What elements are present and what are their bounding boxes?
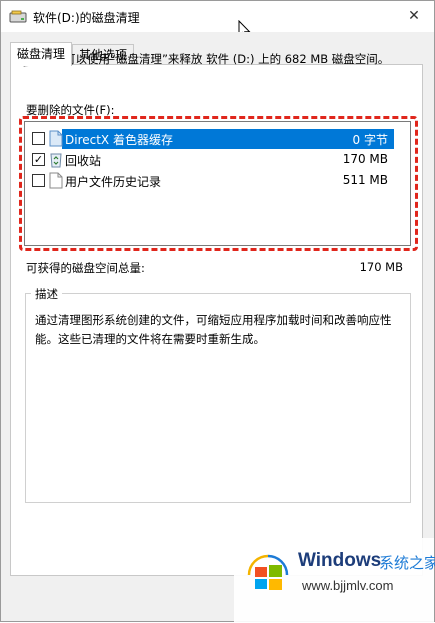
item-label: DirectX 着色器缓存	[65, 133, 173, 147]
tab-disk-cleanup[interactable]: 磁盘清理	[10, 42, 73, 66]
blank-file-icon	[49, 172, 63, 189]
site-watermark: Windows 系统之家 www.bjjmlv.com	[234, 538, 435, 623]
disk-cleanup-icon	[9, 10, 27, 23]
watermark-url: www.bjjmlv.com	[302, 578, 394, 593]
windows-logo-icon	[247, 554, 289, 590]
checkbox-recycle-bin[interactable]: ✓	[32, 153, 45, 166]
checkbox-file-history[interactable]	[32, 174, 45, 187]
total-space-label: 可获得的磁盘空间总量:	[26, 261, 145, 275]
item-label: 用户文件历史记录	[65, 175, 162, 189]
list-item-file-history[interactable]: 用户文件历史记录 511 MB	[25, 171, 410, 191]
document-icon	[49, 130, 63, 147]
recycle-bin-icon	[50, 153, 62, 168]
window-title: 软件(D:)的磁盘清理	[33, 11, 140, 25]
list-item-recycle-bin[interactable]: ✓ 回收站 170 MB	[25, 150, 410, 170]
files-to-delete-label: 要删除的文件(F):	[26, 103, 115, 117]
total-space-value: 170 MB	[359, 260, 403, 274]
description-title: 描述	[31, 286, 62, 302]
item-label: 回收站	[65, 154, 102, 168]
close-button[interactable]: ✕	[400, 3, 428, 29]
description-text: 通过清理图形系统创建的文件，可缩短应用程序加载时间和改善响应性能。这些已清理的文…	[35, 313, 392, 346]
list-item-directx-cache[interactable]: DirectX 着色器缓存 0 字节	[25, 129, 410, 149]
close-icon: ✕	[408, 8, 420, 24]
disk-cleanup-window: 软件(D:)的磁盘清理 ✕ 磁盘清理 其他选项 可以使用“磁盘清理”来释放 软件…	[0, 0, 435, 623]
info-message: 可以使用“磁盘清理”来释放 软件 (D:) 上的 682 MB 磁盘空间。	[64, 52, 390, 66]
checkbox-directx-cache[interactable]	[32, 132, 45, 145]
item-size: 170 MB	[342, 152, 388, 166]
watermark-subtitle: 系统之家	[379, 554, 435, 572]
title-bar: 软件(D:)的磁盘清理 ✕	[1, 1, 434, 32]
watermark-title: Windows	[298, 550, 382, 571]
files-list[interactable]: DirectX 着色器缓存 0 字节 ✓ 回收站 170 MB 用户文件历史记录…	[24, 121, 411, 246]
item-size: 511 MB	[342, 173, 388, 187]
item-size: 0 字节	[352, 133, 388, 147]
